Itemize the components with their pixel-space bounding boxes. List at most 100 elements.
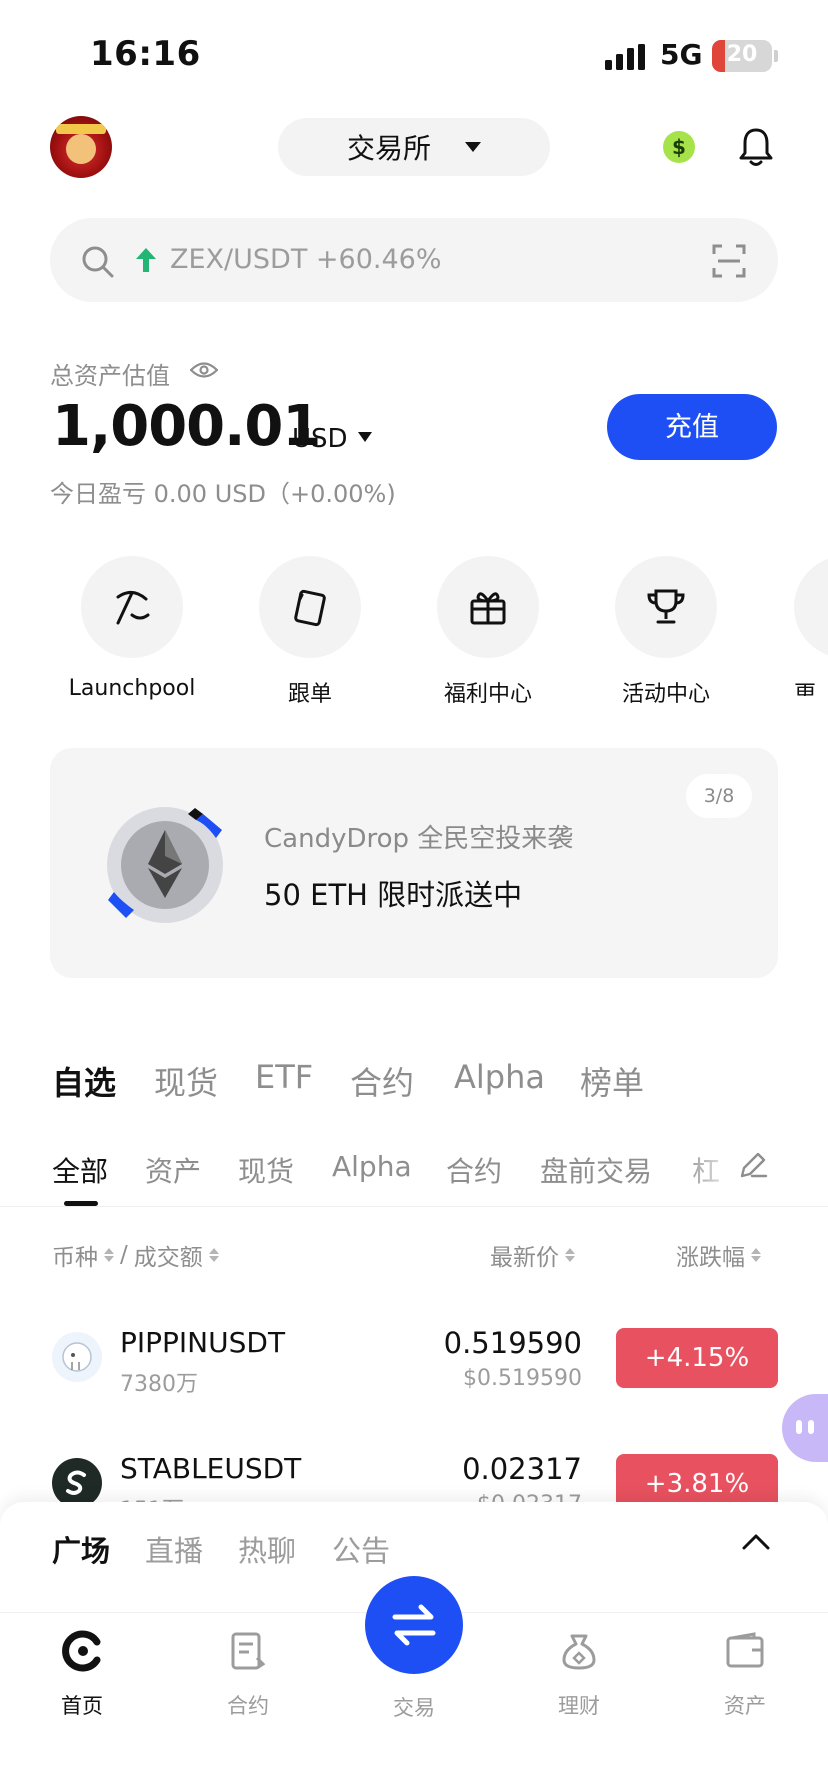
wallet-icon bbox=[726, 1632, 764, 1668]
subtab-assets[interactable]: 资产 bbox=[145, 1150, 201, 1190]
tab-hot-chat[interactable]: 热聊 bbox=[238, 1528, 296, 1570]
signal-icon bbox=[605, 44, 645, 70]
table-row[interactable]: STABLEUSDT 151万 0.02317 $0.02317 +3.81% bbox=[0, 1434, 828, 1502]
battery-tip bbox=[774, 50, 778, 62]
subtab-futures[interactable]: 合约 bbox=[446, 1150, 502, 1190]
shortcut-label: 跟单 bbox=[287, 682, 332, 707]
shortcut-label: 更 bbox=[794, 682, 817, 696]
nav-label: 理财 bbox=[558, 1694, 600, 1718]
pippin-coin-icon bbox=[52, 1332, 102, 1382]
tab-futures[interactable]: 合约 bbox=[350, 1058, 414, 1104]
tab-favorites[interactable]: 自选 bbox=[52, 1058, 116, 1104]
dollar-coin-icon[interactable]: $ bbox=[663, 131, 695, 163]
edit-pencil-icon[interactable] bbox=[738, 1150, 768, 1180]
tab-square[interactable]: 广场 bbox=[52, 1528, 110, 1570]
row-price-usd: $0.519590 bbox=[463, 1366, 582, 1391]
chevron-down-icon bbox=[465, 142, 481, 152]
nav-home[interactable]: 首页 bbox=[22, 1630, 142, 1720]
swap-icon bbox=[392, 1604, 436, 1646]
subtab-all[interactable]: 全部 bbox=[52, 1150, 108, 1190]
shortcut-more[interactable]: 更 bbox=[794, 556, 828, 696]
nav-label-trade: 交易 bbox=[393, 1696, 435, 1720]
finance-bag-icon bbox=[562, 1634, 596, 1670]
header-coin: 币种 bbox=[52, 1245, 98, 1271]
currency-selector[interactable]: USD bbox=[292, 424, 348, 454]
search-input[interactable]: ZEX/USDT +60.46% bbox=[170, 244, 442, 275]
sort-change[interactable]: 涨跌幅 bbox=[676, 1238, 761, 1272]
pickaxe-icon bbox=[116, 591, 150, 625]
header-change: 涨跌幅 bbox=[676, 1245, 745, 1271]
row-change-badge[interactable]: +3.81% bbox=[616, 1454, 778, 1502]
gift-icon bbox=[470, 592, 506, 625]
deposit-button[interactable]: 充值 bbox=[607, 394, 777, 460]
row-change-badge[interactable]: +4.15% bbox=[616, 1328, 778, 1388]
currency-caret-icon[interactable] bbox=[358, 432, 372, 442]
exchange-switcher[interactable]: 交易所 bbox=[278, 118, 550, 176]
banner-subtitle: CandyDrop 全民空投来袭 bbox=[264, 824, 574, 854]
stable-coin-icon bbox=[52, 1458, 102, 1502]
sort-icon bbox=[104, 1248, 114, 1262]
nav-label: 资产 bbox=[724, 1694, 766, 1718]
chat-face-icon bbox=[796, 1420, 814, 1434]
battery-level: 20 bbox=[726, 42, 758, 67]
tab-spot[interactable]: 现货 bbox=[154, 1058, 218, 1104]
search-icon bbox=[82, 246, 114, 278]
shortcut-label: 福利中心 bbox=[443, 682, 532, 707]
row-price-usd: $0.02317 bbox=[322, 1492, 582, 1502]
row-volume: 151万 bbox=[120, 1492, 184, 1502]
nav-finance[interactable]: 理财 bbox=[519, 1630, 639, 1720]
cards-icon bbox=[294, 589, 326, 627]
header-separator: / bbox=[120, 1242, 128, 1268]
header-volume: 成交额 bbox=[133, 1245, 203, 1271]
tab-etf[interactable]: ETF bbox=[255, 1058, 313, 1096]
shortcut-label: Launchpool bbox=[68, 676, 196, 701]
nav-label: 首页 bbox=[61, 1694, 103, 1718]
sort-icon bbox=[208, 1248, 219, 1262]
status-time: 16:16 bbox=[90, 34, 201, 74]
banner-page-indicator: 3/8 bbox=[686, 774, 752, 818]
battery-icon: 20 bbox=[712, 40, 772, 72]
total-assets-value: 1,000.01 bbox=[52, 394, 321, 459]
tab-announcements[interactable]: 公告 bbox=[332, 1528, 390, 1570]
trophy-icon bbox=[647, 589, 685, 624]
ethereum-coin-icon bbox=[107, 807, 223, 923]
shortcut-copy-trading[interactable]: 跟单 bbox=[230, 556, 390, 708]
tab-rankings[interactable]: 榜单 bbox=[580, 1058, 644, 1104]
network-type: 5G bbox=[660, 38, 703, 71]
row-price: 0.02317 bbox=[462, 1452, 582, 1486]
shortcut-label: 活动中心 bbox=[621, 682, 710, 707]
tab-live[interactable]: 直播 bbox=[145, 1528, 203, 1570]
bell-icon[interactable] bbox=[738, 126, 774, 168]
subtab-alpha[interactable]: Alpha bbox=[332, 1150, 412, 1183]
tab-alpha[interactable]: Alpha bbox=[454, 1058, 545, 1096]
shortcut-rewards-center[interactable]: 福利中心 bbox=[408, 556, 568, 708]
sort-price[interactable]: 最新价 bbox=[490, 1238, 575, 1272]
avatar[interactable] bbox=[50, 116, 112, 178]
trending-up-arrow-icon bbox=[136, 248, 156, 272]
subtab-premarket[interactable]: 盘前交易 bbox=[540, 1150, 652, 1190]
row-symbol: STABLEUSDT bbox=[120, 1452, 302, 1485]
today-pnl: 今日盈亏 0.00 USD（+0.00%) bbox=[50, 480, 396, 508]
exchange-label: 交易所 bbox=[346, 132, 431, 165]
total-assets-label: 总资产估值 bbox=[50, 362, 170, 390]
nav-trade-button[interactable] bbox=[365, 1576, 463, 1674]
divider bbox=[0, 1206, 828, 1207]
chevron-up-icon[interactable] bbox=[740, 1530, 772, 1554]
chat-bubble-button[interactable] bbox=[782, 1394, 828, 1462]
tabs-fade bbox=[680, 1140, 740, 1190]
scan-icon[interactable] bbox=[712, 244, 746, 278]
eye-icon[interactable] bbox=[190, 361, 218, 379]
nav-futures[interactable]: 合约 bbox=[188, 1630, 308, 1720]
nav-assets[interactable]: 资产 bbox=[685, 1630, 805, 1720]
home-icon bbox=[62, 1630, 101, 1672]
header-price: 最新价 bbox=[490, 1245, 559, 1271]
row-price: 0.519590 bbox=[443, 1326, 582, 1360]
sort-coin-volume[interactable]: 币种 / 成交额 bbox=[52, 1238, 219, 1272]
banner-title: 50 ETH 限时派送中 bbox=[264, 878, 523, 912]
contract-icon bbox=[231, 1632, 266, 1670]
shortcut-launchpool[interactable]: Launchpool bbox=[52, 556, 212, 701]
subtab-spot[interactable]: 现货 bbox=[238, 1150, 294, 1190]
shortcut-events-center[interactable]: 活动中心 bbox=[586, 556, 746, 708]
sort-icon bbox=[751, 1248, 761, 1262]
row-symbol: PIPPINUSDT bbox=[120, 1326, 286, 1359]
